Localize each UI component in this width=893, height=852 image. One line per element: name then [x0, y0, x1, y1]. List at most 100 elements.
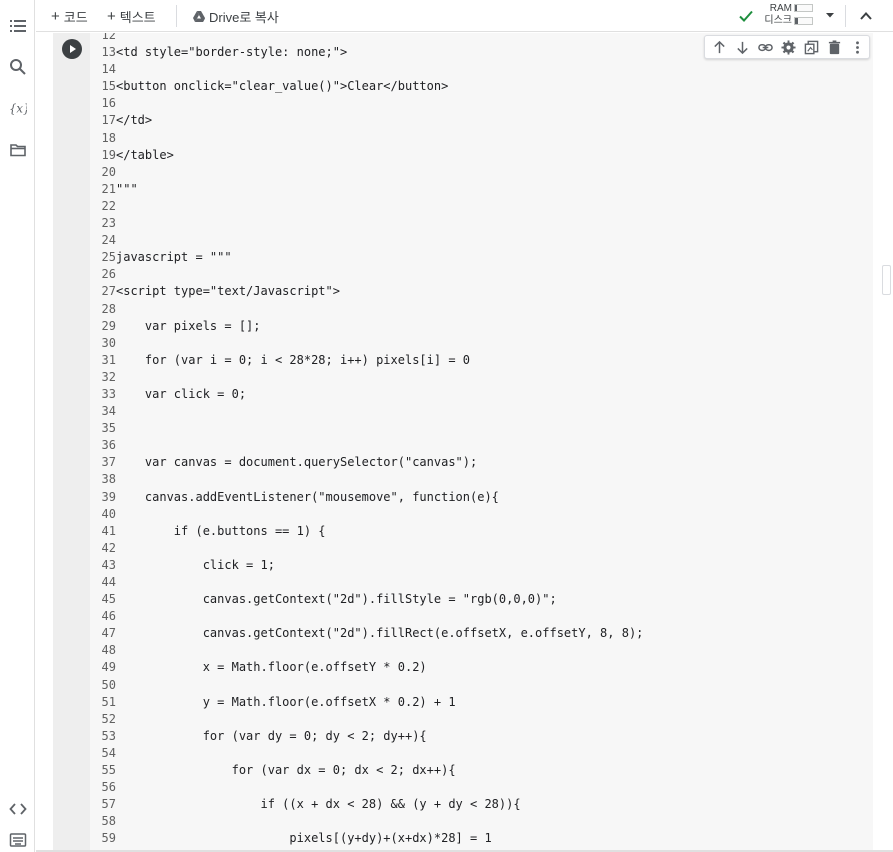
search-icon[interactable] — [8, 57, 28, 77]
code-line: 45 canvas.getContext("2d").fillStyle = "… — [90, 591, 643, 608]
code-line: 59 pixels[(y+dy)+(x+dx)*28] = 1 — [90, 830, 643, 847]
code-line: 35 — [90, 420, 643, 437]
code-text: <script type="text/Javascript"> — [116, 284, 340, 299]
code-text: canvas.getContext("2d").fillRect(e.offse… — [116, 626, 644, 641]
line-number: 31 — [101, 352, 116, 367]
line-number: 40 — [101, 506, 116, 521]
line-number: 39 — [101, 489, 116, 504]
run-cell-button[interactable] — [62, 39, 82, 59]
line-number: 58 — [101, 814, 116, 829]
code-text: for (var i = 0; i < 28*28; i++) pixels[i… — [116, 352, 471, 367]
line-number: 48 — [101, 643, 116, 658]
copy-to-drive-label: Drive로 복사 — [209, 9, 279, 25]
code-editor[interactable]: 12 13 <td style="border-style: none;"> 14 15… — [90, 33, 873, 850]
mirror-cell-icon[interactable] — [800, 36, 823, 58]
line-number: 15 — [101, 79, 116, 94]
code-cell[interactable]: 12 13 <td style="border-style: none;"> 14 15… — [53, 33, 873, 850]
settings-icon[interactable] — [777, 36, 800, 58]
plus-icon: + — [107, 7, 116, 25]
add-code-button[interactable]: + 코드 — [51, 6, 88, 26]
move-up-icon[interactable] — [708, 36, 731, 58]
code-text: x = Math.floor(e.offsetY * 0.2) — [116, 660, 427, 675]
line-number: 45 — [101, 592, 116, 607]
line-number: 32 — [101, 369, 116, 384]
variables-icon[interactable]: {x} — [8, 98, 28, 118]
line-number: 47 — [101, 626, 116, 641]
connected-check-icon — [739, 10, 753, 22]
line-number: 50 — [101, 677, 116, 692]
cell-toolbar — [704, 35, 870, 59]
add-text-button[interactable]: + 텍스트 — [107, 6, 156, 26]
line-number: 22 — [101, 198, 116, 213]
code-line: 58 — [90, 813, 643, 830]
code-line: 42 — [90, 540, 643, 557]
folder-icon[interactable] — [8, 140, 28, 160]
code-line: 20 — [90, 164, 643, 181]
code-line: 39 canvas.addEventListener("mousemove", … — [90, 489, 643, 506]
line-number: 38 — [101, 472, 116, 487]
code-text: for (var dy = 0; dy < 2; dy++){ — [116, 728, 427, 743]
code-line: 32 — [90, 369, 643, 386]
plus-icon: + — [51, 7, 60, 25]
toc-icon[interactable] — [8, 16, 28, 36]
code-text: </td> — [116, 113, 153, 128]
line-number: 49 — [101, 660, 116, 675]
code-line: 26 — [90, 266, 643, 283]
code-line: 12 — [90, 33, 643, 44]
line-number: 14 — [101, 62, 116, 77]
scrollbar-thumb[interactable] — [882, 265, 891, 295]
code-line: 23 — [90, 215, 643, 232]
code-text: var pixels = []; — [116, 318, 261, 333]
code-line: 43 click = 1; — [90, 557, 643, 574]
code-line: 14 — [90, 61, 643, 78]
code-line: 48 — [90, 642, 643, 659]
code-line: 40 — [90, 506, 643, 523]
line-number: 51 — [101, 694, 116, 709]
code-line: 34 — [90, 403, 643, 420]
line-number: 20 — [101, 164, 116, 179]
more-options-icon[interactable] — [846, 36, 869, 58]
code-text: click = 1; — [116, 557, 275, 572]
code-text: for (var dx = 0; dx < 2; dx++){ — [116, 763, 456, 778]
collapse-header-icon[interactable] — [856, 6, 876, 26]
line-number: 28 — [101, 301, 116, 316]
code-text: canvas.getContext("2d").fillStyle = "rgb… — [116, 592, 557, 607]
line-number: 21 — [101, 181, 116, 196]
code-line: 52 — [90, 711, 643, 728]
line-number: 30 — [101, 335, 116, 350]
code-text: y = Math.floor(e.offsetX * 0.2) + 1 — [116, 694, 456, 709]
line-number: 54 — [101, 745, 116, 760]
link-icon[interactable] — [754, 36, 777, 58]
delete-icon[interactable] — [823, 36, 846, 58]
code-line: 19 </table> — [90, 147, 643, 164]
disk-usage-bar — [794, 17, 813, 25]
move-down-icon[interactable] — [731, 36, 754, 58]
line-number: 26 — [101, 267, 116, 282]
code-snippets-icon[interactable] — [8, 799, 28, 819]
line-number: 41 — [101, 523, 116, 538]
code-line: 21 """ — [90, 181, 643, 198]
code-line: 47 canvas.getContext("2d").fillRect(e.of… — [90, 625, 644, 642]
line-number: 33 — [101, 386, 116, 401]
line-number: 53 — [101, 728, 116, 743]
code-line: 27 <script type="text/Javascript"> — [90, 283, 643, 300]
code-line: 51 y = Math.floor(e.offsetX * 0.2) + 1 — [90, 694, 643, 711]
code-text: </table> — [116, 147, 174, 162]
code-line: 13 <td style="border-style: none;"> — [90, 44, 643, 61]
copy-to-drive-button[interactable]: Drive로 복사 — [193, 6, 279, 26]
code-line: 24 — [90, 232, 643, 249]
line-number: 55 — [101, 763, 116, 778]
line-number: 16 — [101, 96, 116, 111]
terminal-icon[interactable] — [8, 830, 28, 850]
code-line: 56 — [90, 779, 643, 796]
line-number: 43 — [101, 557, 116, 572]
code-line: 29 var pixels = []; — [90, 318, 643, 335]
code-line: 55 for (var dx = 0; dx < 2; dx++){ — [90, 762, 643, 779]
drive-icon — [193, 10, 205, 22]
resources-dropdown-icon[interactable] — [824, 9, 836, 21]
line-number: 17 — [101, 113, 116, 128]
line-number: 44 — [101, 575, 116, 589]
left-sidebar: {x} — [0, 0, 35, 852]
line-number: 29 — [101, 318, 116, 333]
line-number: 13 — [101, 45, 116, 60]
